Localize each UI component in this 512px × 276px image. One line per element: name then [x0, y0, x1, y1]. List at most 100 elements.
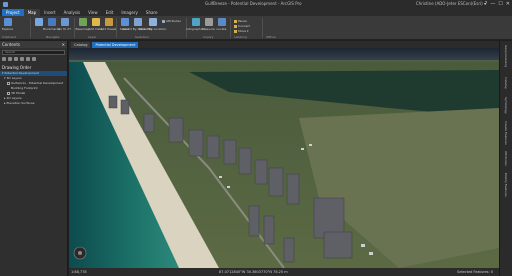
selection-view-icon[interactable]	[14, 57, 18, 61]
panel-tab-symbology[interactable]: Symbology	[504, 97, 508, 114]
contents-toolbar	[0, 55, 67, 63]
scene-canvas[interactable]	[69, 48, 499, 268]
editing-view-icon[interactable]	[20, 57, 24, 61]
tab-analysis[interactable]: Analysis	[60, 9, 84, 16]
tab-share[interactable]: Share	[142, 9, 162, 16]
building-block	[206, 135, 220, 159]
expand-icon[interactable]: ▸	[4, 101, 6, 106]
tab-project[interactable]: Project	[2, 9, 24, 16]
scale-readout[interactable]: 1:88,778	[71, 268, 87, 276]
ribbon-separator	[262, 18, 263, 38]
panel-tab-catalog[interactable]: Catalog	[504, 77, 508, 89]
building-block	[268, 167, 284, 197]
add-preset-icon	[104, 18, 113, 26]
pane-close-icon[interactable]: ✕	[62, 41, 65, 48]
building-block	[108, 95, 118, 109]
convert-button[interactable]: Convert	[234, 24, 250, 28]
ribbon-separator	[116, 18, 117, 38]
group-offline-label: Offline	[266, 35, 276, 39]
basemap-icon	[78, 18, 87, 26]
infographics-button[interactable]: Infographics	[186, 18, 205, 31]
filter-icon[interactable]	[2, 57, 6, 61]
panel-tab-create-features[interactable]: Create Features	[504, 121, 508, 145]
building-block	[143, 113, 155, 133]
close-icon[interactable]: ✕	[506, 1, 510, 7]
tab-insert[interactable]: Insert	[40, 9, 59, 16]
ribbon: Explore Clipboard Bookmarks Go To XY Nav…	[0, 16, 512, 40]
explore-button[interactable]: Explore	[2, 18, 13, 31]
minimize-icon[interactable]: —	[490, 1, 495, 7]
bookmark-icon	[47, 18, 56, 26]
convert-label: Convert	[238, 24, 250, 28]
attributes-button[interactable]: Attributes	[162, 19, 181, 23]
select-by-location-button[interactable]: Select By Location	[139, 18, 166, 31]
bookmarks-button[interactable]: Bookmarks	[43, 18, 60, 31]
explore-nav-button[interactable]	[33, 18, 44, 26]
status-bar: 1:88,778 87.0712840°W 30.3603770°N 76.25…	[69, 268, 499, 276]
basemap-label: Basemap	[75, 27, 90, 31]
select-icon	[120, 18, 129, 26]
basemap-button[interactable]: Basemap	[75, 18, 90, 31]
group-selection-label: Selection	[135, 35, 149, 39]
navigator-control[interactable]	[73, 246, 87, 260]
panel-tab-modify-features[interactable]: Modify Features	[504, 173, 508, 197]
side-panel-tabs: Geoprocessing Catalog Symbology Create F…	[499, 41, 512, 276]
labeling-view-icon[interactable]	[32, 57, 36, 61]
panel-tab-attributes[interactable]: Attributes	[504, 151, 508, 166]
pause-label: Pause	[238, 19, 247, 23]
tab-imagery[interactable]: Imagery	[117, 9, 142, 16]
group-layer-label: Layer	[88, 35, 97, 39]
house	[309, 144, 312, 146]
measure-button[interactable]: Measure	[202, 18, 215, 31]
snapping-view-icon[interactable]	[26, 57, 30, 61]
tree-item-elevation-surfaces[interactable]: ▸ Elevation Surfaces	[0, 101, 67, 106]
house	[301, 148, 304, 150]
maximize-icon[interactable]: ☐	[498, 1, 502, 7]
building-block	[188, 129, 204, 157]
help-icon[interactable]: ?	[485, 1, 488, 7]
ribbon-separator	[30, 18, 31, 38]
ribbon-separator	[230, 18, 231, 38]
select-attributes-icon	[133, 18, 142, 26]
select-location-label: Select By Location	[138, 27, 167, 31]
move-icon	[234, 29, 237, 33]
user-account[interactable]: Christine (ADO-Jeter ESCon)(Esri) ▾	[416, 1, 486, 6]
house	[369, 252, 373, 255]
tab-map[interactable]: Map	[23, 9, 41, 16]
window-controls: ? — ☐ ✕	[485, 1, 510, 7]
locate-button[interactable]: Locate	[216, 18, 227, 31]
add-data-button[interactable]: Add Data	[89, 18, 102, 31]
pause-button[interactable]: Pause	[234, 19, 247, 23]
building-block	[283, 237, 295, 263]
drawing-order-icon[interactable]	[8, 57, 12, 61]
explore-label: Explore	[1, 27, 14, 31]
building-block	[263, 215, 275, 245]
view-tab-bar: Catalog Potential Development	[69, 41, 499, 48]
add-preset-button[interactable]: Add Preset	[100, 18, 117, 31]
panel-tab-geoprocessing[interactable]: Geoprocessing	[504, 45, 508, 67]
navigator-center[interactable]	[78, 251, 82, 255]
house	[227, 186, 230, 188]
group-labeling-label: Labeling	[234, 35, 247, 39]
goto-xy-button[interactable]: Go To XY	[58, 18, 71, 31]
group-navigate-label: Navigate	[46, 35, 60, 39]
arcgis-pro-window: GulfBreeze - Potential Development - Arc…	[0, 0, 512, 276]
move-button[interactable]: Move ▾	[234, 29, 249, 33]
group-inquiry-label: Inquiry	[203, 35, 214, 39]
visibility-checkbox[interactable]	[7, 82, 10, 85]
app-icon	[3, 2, 8, 7]
measure-icon	[204, 18, 213, 26]
visibility-checkbox[interactable]	[7, 92, 10, 95]
scene-view[interactable]	[69, 48, 499, 268]
attributes-icon	[162, 19, 165, 23]
select-location-icon	[148, 18, 157, 26]
tab-view[interactable]: View	[84, 9, 102, 16]
building-block	[286, 173, 300, 205]
tab-edit[interactable]: Edit	[102, 9, 118, 16]
navigate-icon	[34, 18, 43, 26]
building-block	[238, 147, 252, 175]
building-block	[254, 159, 268, 185]
house	[219, 176, 222, 178]
selected-features-count: Selected Features: 0	[457, 270, 493, 274]
expand-icon[interactable]: ▾	[4, 76, 6, 81]
